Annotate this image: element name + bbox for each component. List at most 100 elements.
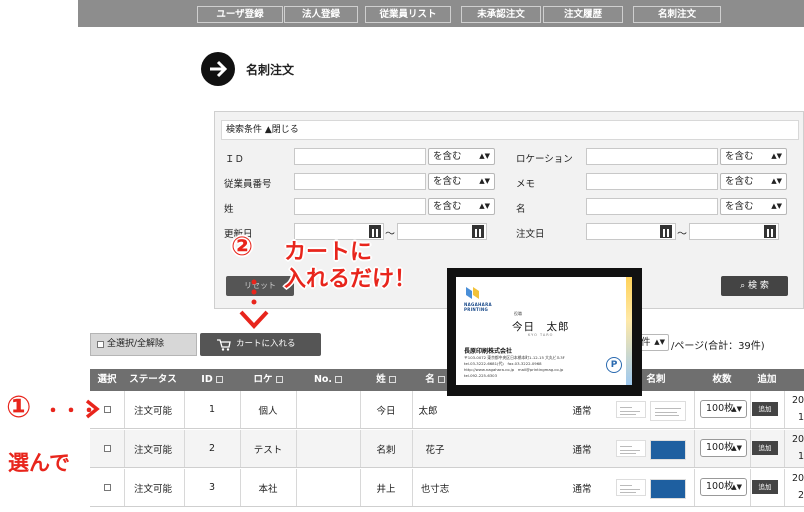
checkbox-icon [97, 341, 104, 348]
row-first-name: 也寸志 [420, 483, 450, 495]
sort-icon[interactable] [275, 376, 283, 383]
search-button[interactable]: ⌕ 検 索 [721, 276, 788, 296]
nav-order-history[interactable]: 注文履歴 [543, 6, 623, 23]
sort-icon[interactable] [215, 376, 223, 383]
select-all-button[interactable]: 全選択/全解除 [90, 333, 197, 356]
nav-employee-list[interactable]: 従業員リスト [365, 6, 451, 23]
col-no[interactable]: No. [296, 369, 360, 391]
row-first-name: 花子 [425, 444, 445, 456]
add-button[interactable]: 追加 [752, 441, 778, 455]
row-checkbox[interactable] [103, 484, 111, 491]
location-match-select[interactable]: を含む ▲▼ [720, 148, 787, 165]
location-input[interactable] [586, 148, 718, 165]
col-status: ステータス [129, 374, 177, 385]
nav-business-card-order[interactable]: 名刺注文 [633, 6, 721, 23]
total-count: /ページ(合計：39件) [671, 341, 765, 352]
card-front-thumbnail[interactable] [616, 401, 646, 418]
sort-icon[interactable] [335, 376, 343, 383]
annotation-step2-line2: 入れるだけ！ [284, 267, 417, 292]
annotation-step1-text: 選んで [8, 451, 70, 475]
row-id: 1 [208, 404, 216, 415]
nav-corporate-registration[interactable]: 法人登録 [284, 6, 358, 23]
memo-match-select[interactable]: を含む ▲▼ [720, 173, 787, 190]
quantity-select[interactable]: 100枚 ▲▼ [700, 400, 747, 418]
calendar-icon[interactable] [660, 225, 672, 238]
row-location: 本社 [258, 483, 278, 495]
row-type: 通常 [572, 405, 592, 417]
quantity-select[interactable]: 100枚 ▲▼ [700, 478, 747, 496]
row-date: 20 [792, 395, 804, 406]
row-status: 注文可能 [133, 483, 172, 495]
last-name-match-select[interactable]: を含む ▲▼ [428, 198, 495, 215]
right-arrow-annotation [85, 399, 100, 419]
down-arrow-annotation [238, 279, 270, 332]
row-checkbox[interactable] [103, 445, 111, 452]
col-quantity: 枚数 [712, 374, 732, 385]
row-last-name: 名刺 [376, 444, 396, 456]
card-company: 長原印刷株式会社 [464, 348, 513, 355]
id-input[interactable] [294, 148, 426, 165]
first-name-input[interactable] [586, 198, 718, 215]
nav-unapproved-orders[interactable]: 未承認注文 [461, 6, 541, 23]
quantity-select[interactable]: 100枚 ▲▼ [700, 439, 747, 457]
last-name-input[interactable] [294, 198, 426, 215]
row-id: 2 [208, 443, 216, 454]
label-first-name: 名 [516, 204, 526, 215]
label-id: ＩＤ [225, 154, 245, 165]
range-separator: 〜 [677, 229, 687, 240]
row-type: 通常 [572, 483, 592, 495]
card-back-thumbnail[interactable] [650, 401, 686, 421]
col-id[interactable]: ID [184, 369, 240, 391]
arrow-right-icon [201, 52, 235, 86]
row-location: 個人 [258, 405, 278, 417]
row-date: 20 [792, 434, 804, 445]
card-preview: NAGAHARA PRINTING 役職 今日 太郎 KYO TARO 長原印刷… [456, 277, 632, 385]
label-employee-no: 従業員番号 [224, 179, 272, 190]
employee-no-match-select[interactable]: を含む ▲▼ [428, 173, 495, 190]
sort-icon[interactable] [437, 376, 445, 383]
calendar-icon[interactable] [472, 225, 484, 238]
memo-input[interactable] [586, 173, 718, 190]
card-back-thumbnail[interactable] [650, 479, 686, 499]
card-name: 今日 太郎 [512, 321, 570, 333]
card-romaji: KYO TARO [528, 333, 554, 337]
logo-text: NAGAHARA PRINTING [464, 302, 492, 312]
row-last-name: 今日 [376, 405, 396, 417]
page-title: 名刺注文 [246, 63, 295, 77]
calendar-icon[interactable] [764, 225, 776, 238]
annotation-step2-number: ② [231, 232, 254, 262]
row-date-line2: 2 [798, 490, 804, 501]
col-select: 選択 [97, 374, 117, 385]
row-last-name: 井上 [376, 483, 396, 495]
top-nav: ユーザ登録 法人登録 従業員リスト 未承認注文 注文履歴 名刺注文 [78, 0, 804, 27]
add-button[interactable]: 追加 [752, 480, 778, 494]
label-location: ロケーション [516, 154, 573, 165]
table-row[interactable]: 注文可能 1 個人 今日 太郎 通常 100枚 ▲▼ 追加 20 1 [90, 391, 804, 429]
employee-no-input[interactable] [294, 173, 426, 190]
cart-icon [217, 339, 231, 351]
sort-icon[interactable] [388, 376, 396, 383]
table-row[interactable]: 注文可能 3 本社 井上 也寸志 通常 100枚 ▲▼ 追加 20 2 [90, 469, 804, 507]
col-add: 追加 [757, 374, 777, 385]
id-match-select[interactable]: を含む ▲▼ [428, 148, 495, 165]
row-checkbox[interactable] [103, 406, 111, 413]
search-panel-toggle[interactable]: 検索条件 ▲閉じる [221, 120, 799, 140]
row-location: テスト [253, 444, 283, 456]
card-front-thumbnail[interactable] [616, 479, 646, 496]
card-tel2: tel.092-225-6303 [464, 373, 497, 378]
add-to-cart-button[interactable]: カートに入れる [200, 333, 321, 356]
col-last-name[interactable]: 姓 [360, 369, 412, 391]
label-order-date: 注文日 [516, 229, 545, 240]
add-button[interactable]: 追加 [752, 402, 778, 416]
label-memo: メモ [516, 179, 536, 190]
col-location[interactable]: ロケ [240, 369, 296, 391]
search-icon: ⌕ [740, 281, 746, 291]
first-name-match-select[interactable]: を含む ▲▼ [720, 198, 787, 215]
card-front-thumbnail[interactable] [616, 440, 646, 457]
nav-user-registration[interactable]: ユーザ登録 [197, 6, 283, 23]
row-type: 通常 [572, 444, 592, 456]
row-status: 注文可能 [133, 444, 172, 456]
card-back-thumbnail[interactable] [650, 440, 686, 460]
range-separator: 〜 [385, 229, 395, 240]
table-row[interactable]: 注文可能 2 テスト 名刺 花子 通常 100枚 ▲▼ 追加 20 1 [90, 430, 804, 468]
